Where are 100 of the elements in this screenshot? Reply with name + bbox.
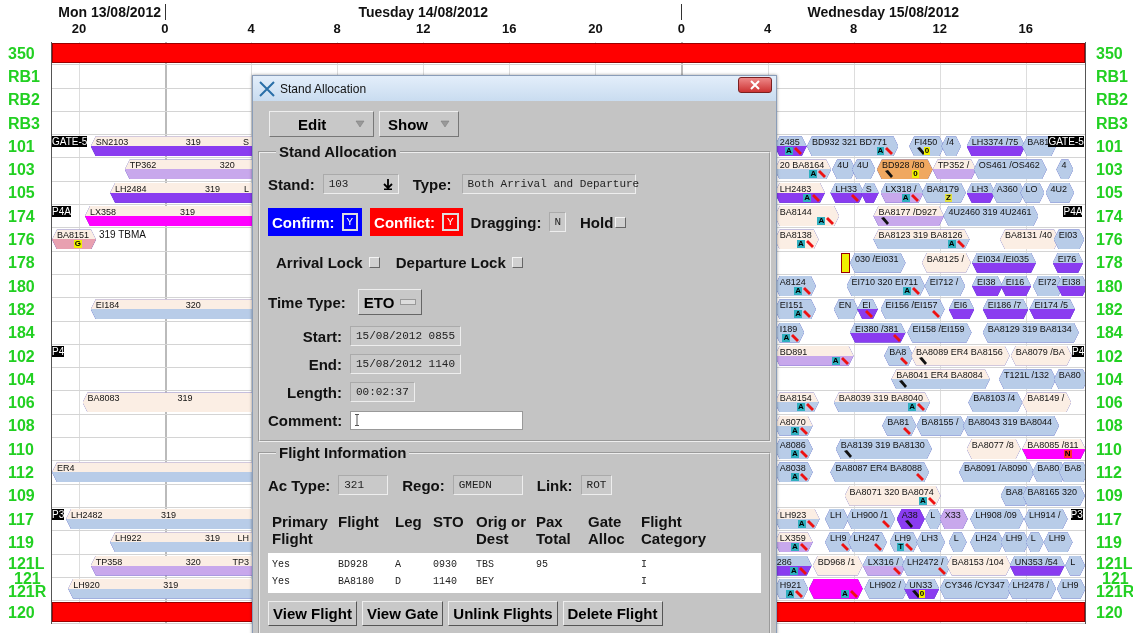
stand-label: 121R (8, 583, 47, 600)
status-badge: 0 (923, 147, 931, 156)
section-title: Stand Allocation (278, 143, 398, 160)
status-badge: A (790, 473, 799, 482)
hour-tick-label: 8 (333, 21, 341, 36)
status-badge: A (790, 450, 799, 459)
column-header: STO (433, 513, 465, 532)
table-cell: 0930 (433, 559, 457, 570)
stand-label: 174 (1096, 208, 1123, 225)
hour-tick-label: 20 (71, 21, 87, 36)
gate-tag: P4 (1072, 345, 1085, 357)
hour-tick-label: 16 (502, 21, 517, 36)
stand-label: RB3 (1096, 115, 1128, 132)
status-badge: A (797, 519, 806, 528)
stand-label: 119 (8, 534, 34, 551)
hour-tick-label: 0 (677, 21, 686, 36)
column-header: Leg (395, 513, 423, 532)
table-cell: TBS (476, 559, 494, 570)
field-label: Ac Type: (268, 476, 331, 494)
stand-label: 120 (8, 604, 35, 621)
status-badge: A (796, 403, 805, 412)
table-cell: BEY (476, 576, 494, 587)
stand-label: 120 (1096, 604, 1123, 621)
table-cell: A (395, 559, 401, 570)
hour-tick-label: 20 (588, 21, 603, 36)
conflict-value: Y (441, 213, 459, 231)
column-header: Orig or Dest (476, 513, 527, 547)
status-badge: 0 (918, 589, 926, 598)
stand-label: 106 (8, 395, 35, 412)
table-cell: I (641, 576, 647, 587)
stand-label: RB2 (1096, 92, 1128, 109)
column-header: Pax Total (536, 513, 572, 547)
stand-label: 103 (8, 162, 35, 179)
section-title: Flight Information (278, 444, 408, 461)
status-badge: A (782, 333, 791, 342)
stand-label: 108 (8, 418, 35, 435)
status-badge: A (831, 356, 840, 365)
gate-tag: GATE-5 (1048, 136, 1084, 148)
field-label: Comment: (268, 411, 342, 429)
status-badge: A (840, 589, 849, 598)
field-label: Time Type: (268, 293, 346, 311)
stand-label: 184 (8, 325, 35, 342)
stand-label: 109 (1096, 488, 1123, 505)
field-label: Start: (301, 327, 342, 345)
status-badge: A (789, 566, 798, 575)
hour-tick-label: 16 (1018, 21, 1034, 36)
stand-label: 121L (8, 556, 45, 573)
stand-label: 105 (1096, 185, 1123, 202)
gate-tag: P3 (52, 508, 65, 520)
status-badge: A (790, 426, 799, 435)
stand-label: 101 (1096, 138, 1123, 155)
stand-label: RB1 (1096, 68, 1128, 85)
hour-tick-label: 0 (161, 21, 169, 36)
status-badge: A (794, 286, 802, 295)
day-label: Tuesday 14/08/2012 (357, 4, 490, 20)
status-badge: A (817, 217, 826, 226)
status-badge: A (903, 286, 911, 295)
stand-label: 176 (8, 232, 35, 248)
table-cell: Yes (272, 576, 290, 587)
status-badge: Z (945, 193, 952, 202)
field-label: Conflict: (374, 213, 435, 231)
status-badge: G (73, 240, 83, 249)
rego-field: GMEDN (452, 475, 523, 495)
stand-label: 112 (8, 465, 34, 481)
flight-label: 319 TBMA (98, 229, 146, 241)
status-badge: A (786, 589, 795, 598)
status-badge: A (803, 193, 811, 202)
stand-label: 101 (8, 138, 35, 155)
stand-label: 105 (8, 185, 35, 202)
stand-label: RB2 (8, 92, 40, 109)
gate-tag: P4A (52, 206, 71, 218)
stand-label: 121L (1096, 556, 1133, 573)
hour-tick-label: 4 (763, 21, 772, 36)
stand-label: 106 (1096, 395, 1123, 412)
status-badge: A (796, 240, 805, 249)
stand-label: 117 (8, 511, 34, 528)
table-cell: 95 (536, 559, 548, 570)
status-badge: N (1063, 450, 1072, 459)
status-badge: A (790, 543, 799, 552)
field-label: Confirm: (272, 213, 335, 231)
day-label: Mon 13/08/2012 (58, 4, 161, 20)
table-cell: D (395, 576, 401, 587)
field-label: Rego: (402, 476, 445, 494)
stand-label: 110 (8, 441, 34, 458)
window-title: Stand Allocation (280, 81, 367, 96)
field-label: Link: (536, 476, 573, 494)
checkbox-label: Arrival Lock (276, 253, 363, 271)
stand-label: 176 (1096, 232, 1123, 248)
stand-label: 180 (8, 278, 35, 295)
hour-tick-label: 4 (247, 21, 255, 36)
stand-label: 184 (1096, 325, 1123, 342)
dragging-field: N (549, 212, 566, 232)
stand-label: 182 (1096, 301, 1123, 318)
stand-label: RB1 (8, 68, 40, 85)
stand-label: 180 (1096, 278, 1123, 295)
status-badge: A (809, 170, 818, 179)
column-header: Flight Category (641, 513, 708, 547)
status-badge: A (908, 403, 916, 412)
time-field: 15/08/2012 1140 (350, 354, 462, 374)
stand-label: 108 (1096, 418, 1123, 435)
